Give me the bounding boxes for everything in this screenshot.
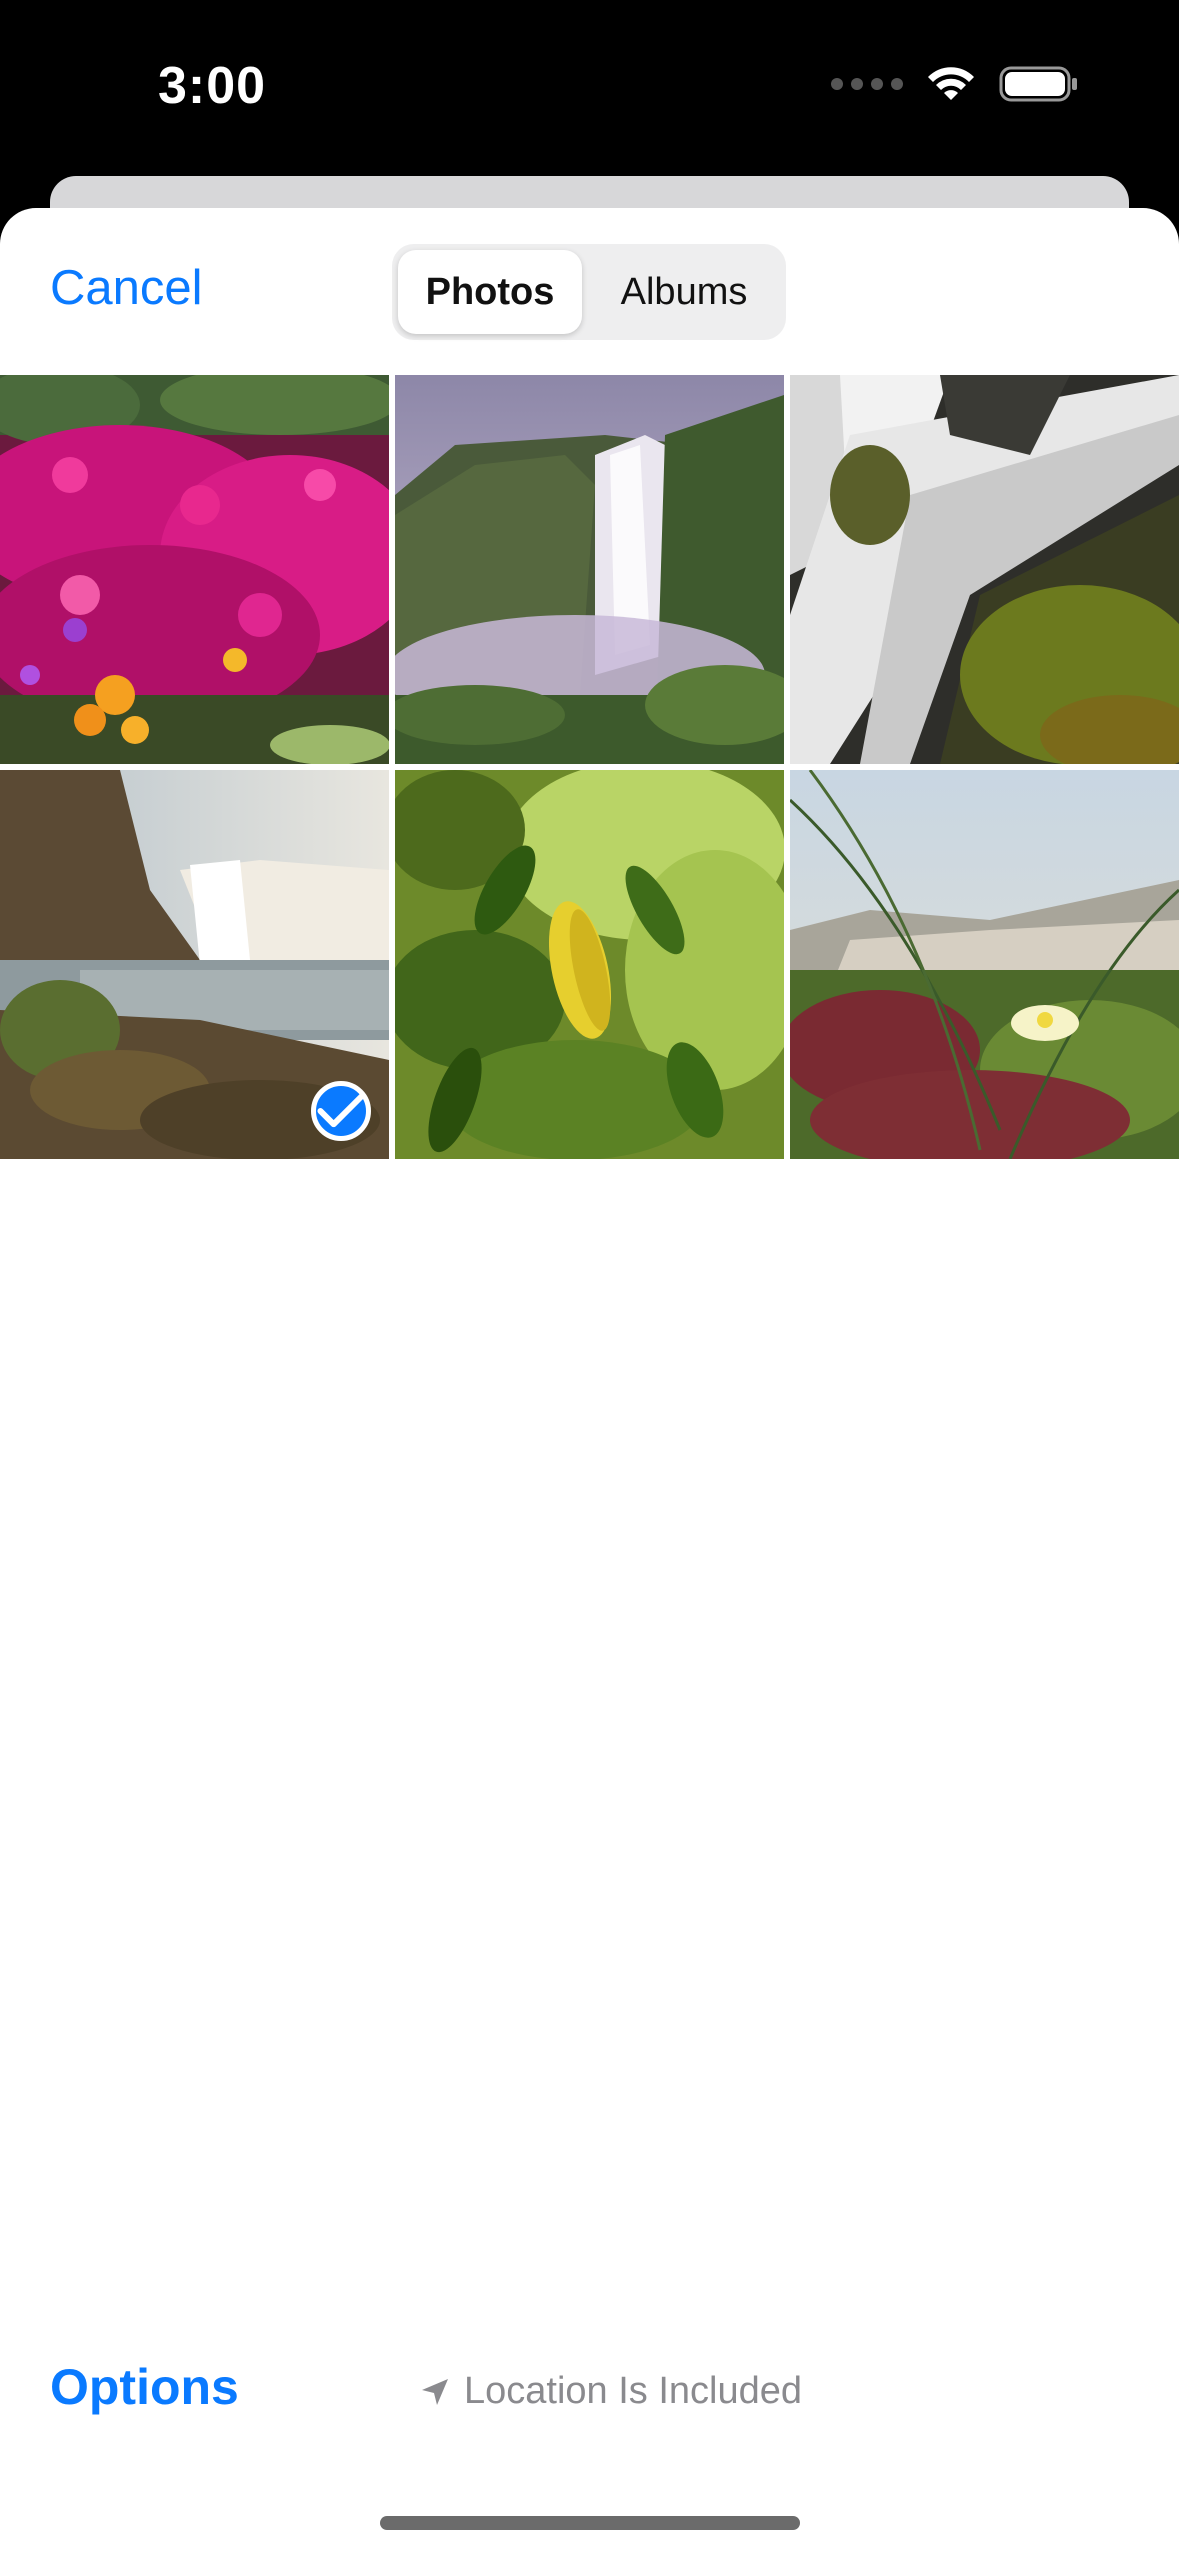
photo-thumbnail-waterfall-cliff[interactable] — [395, 375, 784, 764]
photo-thumbnail-pink-flowers[interactable] — [0, 375, 389, 764]
home-indicator — [380, 2516, 800, 2530]
options-button[interactable]: Options — [50, 2358, 239, 2416]
photo-thumbnail-green-leaves[interactable] — [395, 770, 784, 1159]
photo-picker-sheet: Cancel Photos Albums Options Location Is… — [0, 208, 1179, 2556]
source-segmented-control: Photos Albums — [392, 244, 786, 340]
cellular-signal-icon — [831, 78, 903, 90]
status-time: 3:00 — [158, 57, 267, 115]
status-bar: 3:00 — [0, 0, 1179, 176]
segment-albums[interactable]: Albums — [588, 250, 780, 334]
battery-icon — [999, 66, 1077, 102]
location-arrow-icon — [422, 2378, 448, 2405]
selected-checkmark-icon — [311, 1081, 371, 1141]
cancel-button[interactable]: Cancel — [50, 260, 203, 316]
location-included-label: Location Is Included — [464, 2370, 803, 2412]
location-included-button[interactable]: Location Is Included — [420, 2370, 802, 2413]
status-icons — [831, 64, 1079, 104]
photo-grid — [0, 375, 1179, 1162]
photo-thumbnail-waterfall-rocks[interactable] — [790, 375, 1179, 764]
photo-thumbnail-dune-grass-flower[interactable] — [790, 770, 1179, 1159]
segment-photos[interactable]: Photos — [398, 250, 582, 334]
wifi-icon — [928, 67, 974, 100]
photo-thumbnail-waterfall-coast[interactable] — [0, 770, 389, 1159]
picker-navigation-bar: Cancel Photos Albums — [0, 208, 1179, 374]
